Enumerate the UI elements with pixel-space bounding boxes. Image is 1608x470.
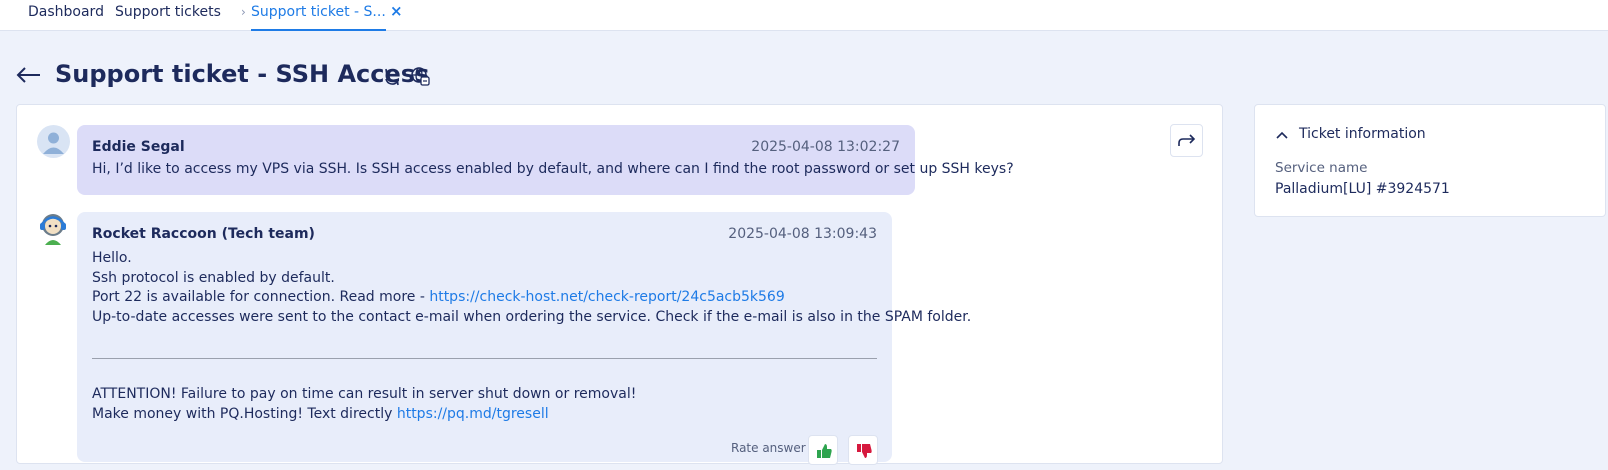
message-line-text: Port 22 is available for connection. Rea… (92, 289, 430, 305)
check-host-link[interactable]: https://check-host.net/check-report/24c5… (429, 289, 784, 305)
chevron-up-icon (1276, 131, 1288, 139)
refresh-icon[interactable] (382, 67, 402, 87)
tab-dashboard[interactable]: Dashboard (28, 0, 104, 31)
message-body: Hello. Ssh protocol is enabled by defaul… (92, 249, 971, 327)
service-name-label: Service name (1275, 160, 1368, 176)
message-line: Ssh protocol is enabled by default. (92, 269, 335, 286)
user-avatar (37, 125, 70, 158)
thumbs-down-icon (857, 444, 872, 458)
message-text: Hi, I’d like to access my VPS via SSH. I… (92, 161, 1014, 177)
ticket-info-title: Ticket information (1299, 126, 1426, 142)
user-icon (43, 132, 64, 154)
message-line: Port 22 is available for connection. Rea… (92, 288, 971, 308)
chevron-right-icon: › (241, 5, 246, 19)
notice-line: Make money with PQ.Hosting! Text directl… (92, 405, 636, 425)
forward-arrow-icon (1177, 133, 1195, 146)
telegram-link[interactable]: https://pq.md/tgresell (397, 406, 549, 422)
message-agent: Rocket Raccoon (Tech team) 2025-04-08 13… (77, 212, 971, 465)
message-author: Eddie Segal (92, 139, 185, 155)
message-user: Eddie Segal 2025-04-08 13:02:27 Hi, I’d … (77, 125, 1014, 195)
tab-support-tickets[interactable]: Support tickets (115, 0, 221, 31)
ticket-info-panel: Ticket information Service name Palladiu… (1254, 104, 1606, 217)
service-name-value: Palladium[LU] #3924571 (1275, 181, 1450, 197)
globe-translate-icon[interactable] (410, 66, 430, 86)
tab-current-ticket[interactable]: Support ticket - S... (251, 0, 386, 31)
arrow-left-icon[interactable] (16, 62, 42, 88)
thumbs-down-button[interactable] (848, 435, 878, 465)
message-author: Rocket Raccoon (Tech team) (92, 226, 315, 242)
message-divider (92, 358, 877, 359)
message-line: Up-to-date accesses were sent to the con… (92, 308, 972, 325)
thumbs-up-button[interactable] (808, 435, 838, 465)
notice-line-text: Make money with PQ.Hosting! Text directl… (92, 405, 397, 422)
message-notice: ATTENTION! Failure to pay on time can re… (92, 385, 636, 424)
message-timestamp: 2025-04-08 13:09:43 (728, 226, 877, 242)
message-timestamp: 2025-04-08 13:02:27 (751, 139, 900, 155)
notice-line: ATTENTION! Failure to pay on time can re… (92, 386, 637, 402)
support-agent-avatar (40, 214, 66, 245)
thumbs-up-icon (817, 444, 832, 458)
message-line: Hello. (92, 250, 132, 266)
rate-answer-label: Rate answer (731, 441, 806, 455)
close-tab-icon[interactable]: × (390, 2, 403, 20)
tab-bar: Dashboard Support tickets › Support tick… (0, 0, 1608, 31)
forward-button[interactable] (1170, 124, 1203, 157)
page-title: Support ticket - SSH Access (55, 60, 430, 88)
